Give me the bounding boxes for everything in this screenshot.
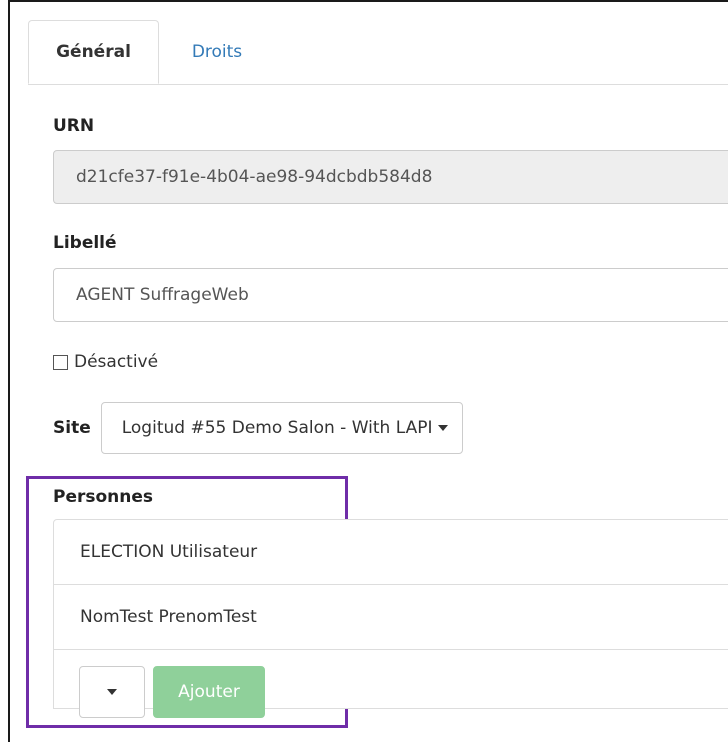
- list-item[interactable]: ELECTION Utilisateur: [53, 519, 728, 585]
- chevron-down-icon: [438, 425, 449, 431]
- libelle-field[interactable]: AGENT SuffrageWeb: [53, 268, 728, 322]
- desactive-checkbox-row[interactable]: Désactivé: [53, 352, 158, 372]
- site-row: Site Logitud #55 Demo Salon - With LAPI: [53, 402, 464, 454]
- chevron-down-icon: [107, 689, 117, 695]
- urn-field[interactable]: d21cfe37-f91e-4b04-ae98-94dcbdb584d8: [53, 150, 728, 204]
- tab-droits[interactable]: Droits: [172, 20, 262, 84]
- desactive-label: Désactivé: [74, 352, 159, 372]
- site-dropdown-value: Logitud #55 Demo Salon - With LAPI: [121, 418, 433, 438]
- desactive-checkbox[interactable]: [53, 354, 68, 370]
- site-label: Site: [53, 418, 91, 438]
- tab-bar: Général Droits: [28, 20, 728, 85]
- person-select-dropdown[interactable]: [79, 666, 145, 718]
- site-dropdown[interactable]: Logitud #55 Demo Salon - With LAPI: [100, 402, 464, 454]
- libelle-label: Libellé: [53, 233, 117, 253]
- tab-general[interactable]: Général: [28, 20, 159, 84]
- urn-label: URN: [53, 116, 95, 136]
- personnes-add-row: Ajouter: [53, 649, 728, 718]
- add-person-button[interactable]: Ajouter: [153, 666, 265, 718]
- personnes-label: Personnes: [53, 487, 154, 507]
- list-item[interactable]: NomTest PrenomTest: [53, 584, 728, 650]
- personnes-list: ELECTION Utilisateur NomTest PrenomTest …: [53, 519, 728, 718]
